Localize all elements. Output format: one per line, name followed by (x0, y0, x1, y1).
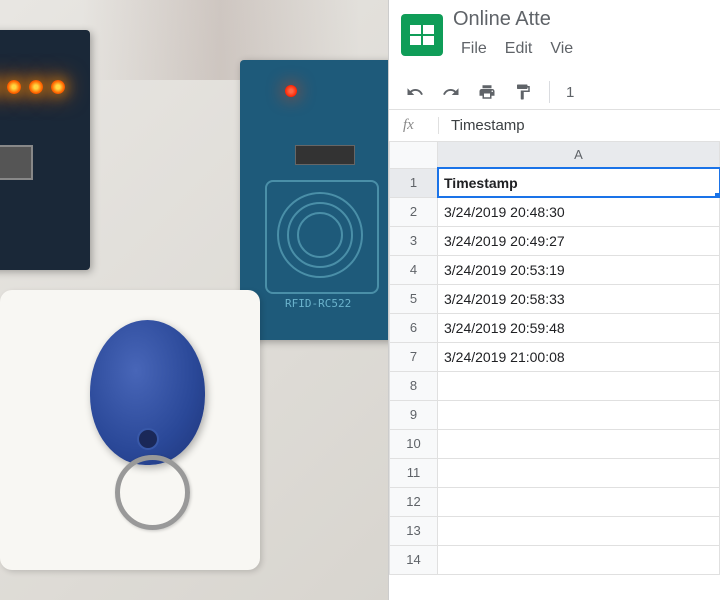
row-header-7[interactable]: 7 (390, 342, 438, 371)
row-header-2[interactable]: 2 (390, 197, 438, 226)
toolbar-separator (549, 81, 550, 103)
cell-A12[interactable] (438, 487, 720, 516)
arduino-board (0, 30, 90, 270)
cell-A7[interactable]: 3/24/2019 21:00:08 (438, 342, 720, 371)
zoom-level[interactable]: 1 (566, 84, 574, 101)
redo-icon[interactable] (441, 82, 461, 102)
row-header-3[interactable]: 3 (390, 226, 438, 255)
cell-A1[interactable]: Timestamp (438, 168, 720, 197)
cell-A5[interactable]: 3/24/2019 20:58:33 (438, 284, 720, 313)
cell-A8[interactable] (438, 371, 720, 400)
cell-A6[interactable]: 3/24/2019 20:59:48 (438, 313, 720, 342)
row-header-5[interactable]: 5 (390, 284, 438, 313)
google-sheets-icon[interactable] (401, 14, 443, 56)
google-sheets-window: Online Atte File Edit Vie 1 fx Timestamp (388, 0, 720, 600)
menu-edit[interactable]: Edit (497, 37, 541, 61)
cell-A10[interactable] (438, 429, 720, 458)
fx-label: fx (389, 117, 439, 134)
row-header-11[interactable]: 11 (390, 458, 438, 487)
sheets-header: Online Atte File Edit Vie (389, 0, 720, 61)
print-icon[interactable] (477, 82, 497, 102)
formula-input[interactable]: Timestamp (439, 117, 525, 134)
cell-A4[interactable]: 3/24/2019 20:53:19 (438, 255, 720, 284)
menu-bar: File Edit Vie (453, 37, 720, 61)
status-led (7, 80, 21, 94)
rfid-keyfob (90, 320, 205, 465)
menu-view[interactable]: Vie (542, 37, 581, 61)
status-led (29, 80, 43, 94)
menu-file[interactable]: File (453, 37, 495, 61)
select-all-corner[interactable] (390, 142, 438, 168)
rfid-power-led (285, 85, 297, 97)
cell-A9[interactable] (438, 400, 720, 429)
key-ring (115, 455, 190, 530)
row-header-9[interactable]: 9 (390, 400, 438, 429)
row-header-1[interactable]: 1 (390, 168, 438, 197)
row-header-6[interactable]: 6 (390, 313, 438, 342)
paint-format-icon[interactable] (513, 82, 533, 102)
rfid-board-label: RFID-RC522 (285, 297, 351, 310)
cell-A11[interactable] (438, 458, 720, 487)
row-header-4[interactable]: 4 (390, 255, 438, 284)
spreadsheet-grid[interactable]: A 1Timestamp23/24/2019 20:48:3033/24/201… (389, 142, 720, 575)
undo-icon[interactable] (405, 82, 425, 102)
keyfob-hole (137, 428, 159, 450)
cell-A2[interactable]: 3/24/2019 20:48:30 (438, 197, 720, 226)
rfid-antenna (265, 180, 375, 290)
row-header-8[interactable]: 8 (390, 371, 438, 400)
column-header-A[interactable]: A (438, 142, 720, 168)
hardware-photo: RFID-RC522 (0, 0, 388, 600)
row-header-10[interactable]: 10 (390, 429, 438, 458)
row-header-12[interactable]: 12 (390, 487, 438, 516)
sd-card-slot (0, 145, 33, 180)
row-header-13[interactable]: 13 (390, 516, 438, 545)
rfid-reader-module: RFID-RC522 (240, 60, 388, 340)
cell-A13[interactable] (438, 516, 720, 545)
row-header-14[interactable]: 14 (390, 545, 438, 574)
fill-handle[interactable] (715, 193, 720, 198)
toolbar: 1 (389, 75, 720, 110)
status-led (51, 80, 65, 94)
cell-A14[interactable] (438, 545, 720, 574)
cell-A3[interactable]: 3/24/2019 20:49:27 (438, 226, 720, 255)
formula-bar: fx Timestamp (389, 110, 720, 142)
document-title[interactable]: Online Atte (453, 8, 720, 31)
rfid-header-pins (295, 145, 355, 165)
